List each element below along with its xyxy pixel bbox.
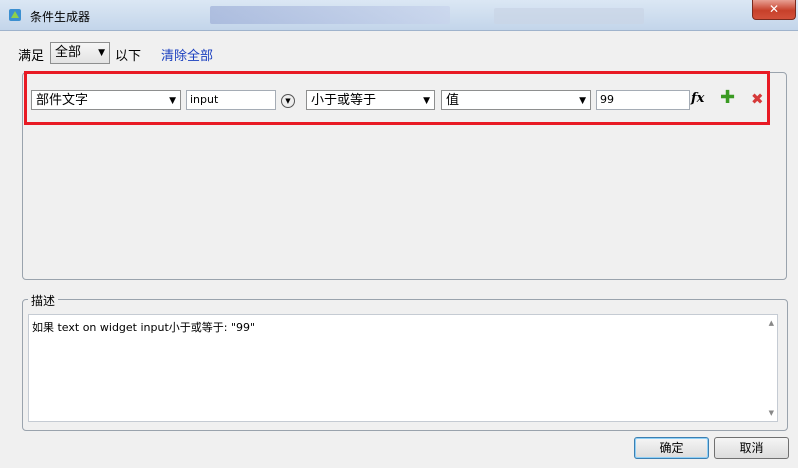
chevron-down-icon: ▼	[98, 48, 105, 58]
scroll-down-icon[interactable]: ▼	[769, 409, 774, 417]
ok-button[interactable]: 确定	[634, 437, 709, 459]
background-window-blur	[210, 6, 450, 24]
window-title: 条件生成器	[30, 10, 91, 24]
match-suffix-label: 以下	[115, 49, 142, 64]
description-legend: 描述	[28, 292, 59, 309]
app-icon	[9, 9, 21, 21]
cancel-button[interactable]: 取消	[714, 437, 789, 459]
description-text: 如果 text on widget input小于或等于: "99"	[32, 321, 256, 334]
highlight-box	[24, 71, 770, 125]
background-window-blur-2	[494, 8, 644, 24]
scroll-up-icon[interactable]: ▲	[769, 319, 774, 327]
clear-all-link[interactable]: 清除全部	[161, 45, 213, 64]
close-button[interactable]: ✕	[752, 0, 796, 20]
title-bar: 条件生成器 ✕	[0, 0, 798, 31]
match-select-value: 全部	[55, 45, 82, 60]
match-select[interactable]: 全部 ▼	[50, 42, 110, 64]
description-textarea[interactable]: 如果 text on widget input小于或等于: "99" ▲ ▼	[28, 314, 778, 422]
match-prefix-label: 满足	[18, 49, 45, 64]
